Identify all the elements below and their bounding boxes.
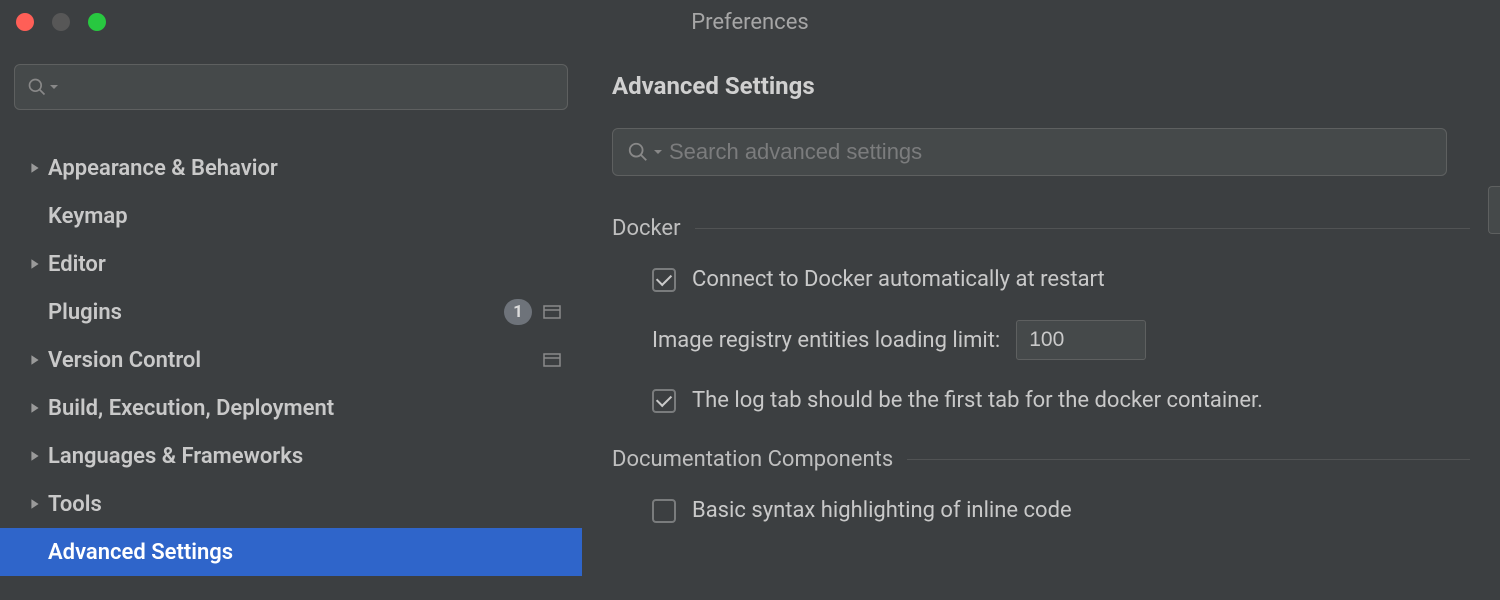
maximize-window-button[interactable] [88, 13, 106, 31]
chevron-right-icon [22, 162, 48, 174]
sidebar-item-advanced-settings[interactable]: Advanced Settings [0, 528, 582, 576]
main: Appearance & Behavior Keymap Editor Plug… [0, 44, 1500, 600]
sidebar-item-editor[interactable]: Editor [0, 240, 582, 288]
setting-label: The log tab should be the first tab for … [692, 388, 1263, 413]
sidebar-item-languages-frameworks[interactable]: Languages & Frameworks [0, 432, 582, 480]
sidebar-item-label: Editor [48, 252, 562, 277]
sidebar-item-label: Appearance & Behavior [48, 156, 562, 181]
separator [695, 228, 1470, 229]
checkbox[interactable] [652, 268, 676, 292]
sidebar-item-label: Advanced Settings [48, 540, 562, 565]
project-level-icon [542, 302, 562, 322]
sidebar-item-plugins[interactable]: Plugins 1 [0, 288, 582, 336]
close-window-button[interactable] [16, 13, 34, 31]
sidebar-item-keymap[interactable]: Keymap [0, 192, 582, 240]
group-header-docker: Docker [612, 216, 1470, 241]
chevron-right-icon [22, 498, 48, 510]
sidebar-item-appearance-behavior[interactable]: Appearance & Behavior [0, 144, 582, 192]
setting-docker-log-tab-first[interactable]: The log tab should be the first tab for … [612, 388, 1470, 413]
group-label: Docker [612, 216, 681, 241]
group-label: Documentation Components [612, 447, 893, 472]
setting-label: Connect to Docker automatically at resta… [692, 267, 1105, 292]
group-header-documentation-components: Documentation Components [612, 447, 1470, 472]
chevron-down-icon[interactable] [655, 147, 663, 157]
chevron-right-icon [22, 450, 48, 462]
project-level-icon [542, 350, 562, 370]
sidebar-item-version-control[interactable]: Version Control [0, 336, 582, 384]
modified-filter-button[interactable] [1488, 186, 1500, 234]
update-count-badge: 1 [504, 299, 532, 325]
checkbox[interactable] [652, 389, 676, 413]
setting-basic-syntax-highlighting[interactable]: Basic syntax highlighting of inline code [612, 498, 1470, 523]
sidebar-item-label: Keymap [48, 204, 562, 229]
sidebar-search[interactable] [14, 64, 568, 110]
titlebar: Preferences [0, 0, 1500, 44]
chevron-right-icon [22, 402, 48, 414]
page-title: Advanced Settings [612, 72, 1470, 100]
search-icon [27, 77, 47, 97]
settings-tree: Appearance & Behavior Keymap Editor Plug… [0, 144, 582, 576]
setting-label: Basic syntax highlighting of inline code [692, 498, 1072, 523]
chevron-down-icon[interactable] [51, 82, 59, 92]
chevron-right-icon [22, 354, 48, 366]
setting-label: Image registry entities loading limit: [652, 328, 1000, 353]
advanced-search-input[interactable] [669, 139, 1432, 165]
window-controls [16, 13, 106, 31]
chevron-right-icon [22, 258, 48, 270]
minimize-window-button[interactable] [52, 13, 70, 31]
setting-docker-registry-limit: Image registry entities loading limit: [612, 320, 1470, 360]
advanced-search[interactable] [612, 128, 1447, 176]
content-search-row [612, 128, 1470, 176]
sidebar-item-tools[interactable]: Tools [0, 480, 582, 528]
sidebar-item-label: Languages & Frameworks [48, 444, 562, 469]
content-pane: Advanced Settings Docker Connect to Dock… [582, 44, 1500, 600]
sidebar-search-input[interactable] [63, 76, 555, 99]
checkbox[interactable] [652, 499, 676, 523]
registry-limit-input[interactable] [1016, 320, 1146, 360]
sidebar-item-label: Plugins [48, 300, 504, 325]
search-icon [627, 141, 649, 163]
sidebar-item-label: Tools [48, 492, 562, 517]
window-title: Preferences [0, 10, 1500, 35]
sidebar-item-label: Build, Execution, Deployment [48, 396, 562, 421]
separator [907, 459, 1470, 460]
sidebar-item-label: Version Control [48, 348, 542, 373]
sidebar: Appearance & Behavior Keymap Editor Plug… [0, 44, 582, 600]
sidebar-item-build-execution-deployment[interactable]: Build, Execution, Deployment [0, 384, 582, 432]
setting-docker-connect-restart[interactable]: Connect to Docker automatically at resta… [612, 267, 1470, 292]
